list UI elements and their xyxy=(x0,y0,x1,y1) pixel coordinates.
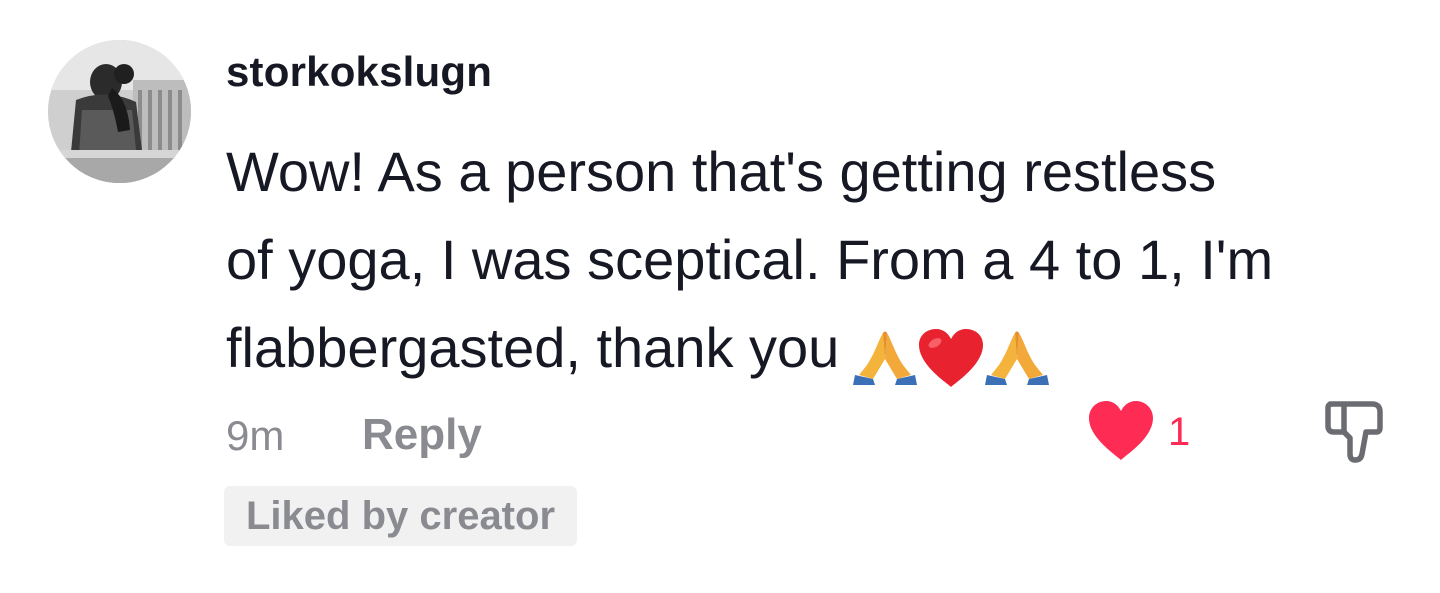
reply-button[interactable]: Reply xyxy=(362,410,482,460)
pray-emoji xyxy=(985,331,1050,386)
dislike-button[interactable] xyxy=(1322,398,1388,464)
comment-timestamp: 9m xyxy=(226,412,285,459)
heart-filled-icon xyxy=(1089,401,1153,460)
liked-by-creator-badge: Liked by creator xyxy=(224,486,578,546)
comment-username[interactable]: storkokslugn xyxy=(226,48,492,96)
avatar[interactable] xyxy=(48,40,191,183)
like-button[interactable] xyxy=(1086,398,1156,464)
like-count: 1 xyxy=(1168,410,1191,454)
thumbs-down-icon xyxy=(1325,401,1383,463)
avatar-photo xyxy=(48,40,191,183)
red-heart-emoji xyxy=(919,329,984,388)
emoji-group xyxy=(853,310,1050,398)
comment-text-line: Wow! As a person that's getting restless xyxy=(226,140,1217,203)
comment-item: storkokslugn Wow! As a person that's get… xyxy=(0,0,1440,593)
pray-emoji xyxy=(853,331,918,386)
comment-text-line: flabbergasted, thank you xyxy=(226,316,840,379)
comment-text: Wow! As a person that's getting restless… xyxy=(226,128,1406,398)
comment-text-line: of yoga, I was sceptical. From a 4 to 1,… xyxy=(226,228,1274,291)
comment-text-line-last: flabbergasted, thank you xyxy=(226,304,1406,398)
